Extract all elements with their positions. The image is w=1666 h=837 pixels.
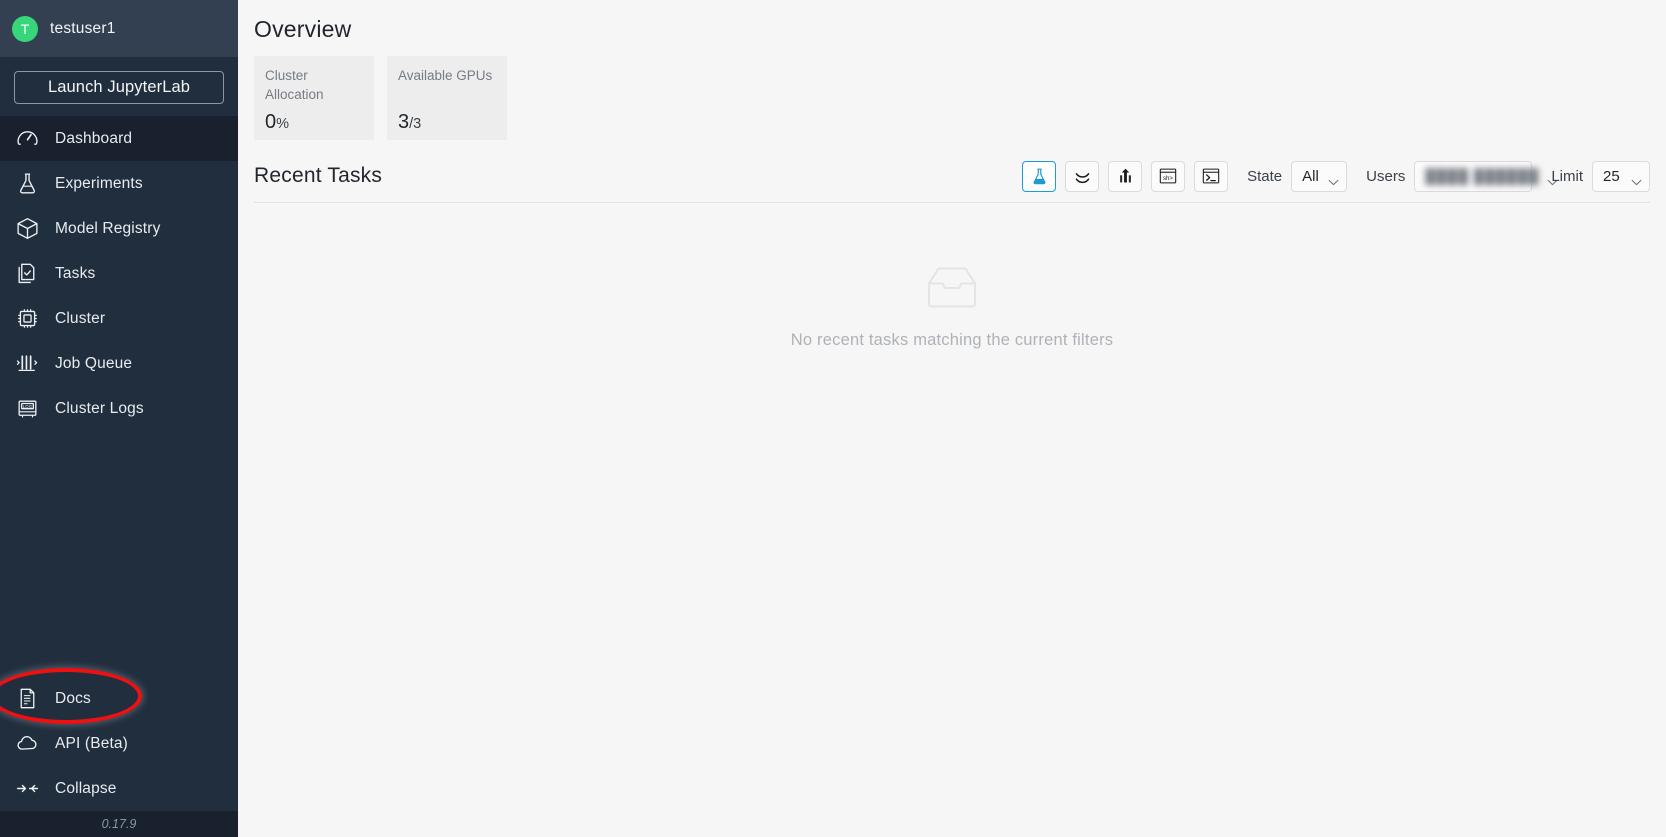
username-label: testuser1: [50, 19, 116, 37]
cpu-chip-icon: [14, 305, 41, 332]
filter-users-group: Users ████ ██████: [1366, 160, 1558, 192]
gauge-icon: [14, 125, 41, 152]
card-label: Cluster Allocation: [265, 68, 324, 103]
limit-select-value: 25: [1603, 167, 1620, 185]
collapse-arrows-icon: [14, 775, 41, 802]
sidebar-item-api-beta[interactable]: API (Beta): [0, 721, 238, 766]
filter-label-state: State: [1247, 167, 1283, 185]
sidebar-item-label: Model Registry: [55, 219, 161, 237]
card-value: 3/3: [398, 112, 496, 132]
chevron-down-icon: [1328, 173, 1339, 185]
card-cluster-allocation: Cluster Allocation 0%: [254, 56, 374, 140]
sidebar-item-docs[interactable]: Docs: [0, 676, 238, 721]
card-value-number: 3: [398, 111, 410, 133]
limit-select[interactable]: 25: [1592, 160, 1650, 192]
sidebar-nav: Dashboard Experiments Model Registry Tas…: [0, 116, 238, 431]
sidebar-item-job-queue[interactable]: Job Queue: [0, 341, 238, 386]
users-select[interactable]: ████ ██████: [1414, 160, 1558, 192]
sidebar-user-header[interactable]: T testuser1: [0, 0, 238, 57]
sidebar-item-label: Collapse: [55, 779, 117, 797]
filter-label-limit: Limit: [1551, 167, 1583, 185]
empty-state: No recent tasks matching the current fil…: [238, 261, 1666, 350]
tasks-checklist-icon: [14, 260, 41, 287]
filter-label-users: Users: [1366, 167, 1406, 185]
card-value-suffix: %: [276, 116, 290, 132]
svg-text:sh>: sh>: [1163, 176, 1173, 182]
page-title: Overview: [254, 16, 352, 42]
cube-icon: [14, 215, 41, 242]
sidebar-item-collapse[interactable]: Collapse: [0, 766, 238, 811]
cloud-icon: [14, 730, 41, 757]
card-value-suffix: /3: [409, 116, 422, 132]
toolbar-controls: sh> State All Users ████ ██████ Limit 25: [1022, 160, 1650, 192]
card-label: Available GPUs: [398, 68, 493, 83]
filter-experiment-button[interactable]: [1022, 160, 1057, 192]
launch-button-container: Launch JupyterLab: [0, 57, 238, 116]
shell-icon: sh>: [1158, 167, 1178, 185]
main-content: Overview Cluster Allocation 0% Available…: [238, 0, 1666, 837]
experiment-flask-icon: [1030, 167, 1049, 186]
flask-icon: [14, 170, 41, 197]
tensorboard-icon: [1116, 167, 1135, 186]
sidebar-item-dashboard[interactable]: Dashboard: [0, 116, 238, 161]
sidebar-item-label: Docs: [55, 689, 91, 707]
sidebar-item-experiments[interactable]: Experiments: [0, 161, 238, 206]
state-select-value: All: [1302, 167, 1319, 185]
toolbar-divider: [254, 202, 1650, 203]
sidebar-bottom-nav: Docs API (Beta) Collapse: [0, 676, 238, 811]
filter-notebook-button[interactable]: [1065, 160, 1100, 192]
inbox-tray-icon: [921, 261, 983, 315]
avatar: T: [12, 15, 38, 42]
filter-tensorboard-button[interactable]: [1108, 160, 1143, 192]
sidebar-item-label: Cluster Logs: [55, 399, 144, 417]
launch-jupyterlab-button[interactable]: Launch JupyterLab: [14, 71, 224, 104]
sidebar-item-tasks[interactable]: Tasks: [0, 251, 238, 296]
document-icon: [14, 685, 41, 712]
queue-bars-icon: [14, 350, 41, 377]
sidebar-item-model-registry[interactable]: Model Registry: [0, 206, 238, 251]
card-available-gpus: Available GPUs 3/3: [387, 56, 507, 140]
svg-text:LOG: LOG: [23, 404, 32, 409]
filter-state-group: State All: [1247, 160, 1348, 192]
users-select-value: ████ ██████: [1425, 168, 1540, 184]
chevron-down-icon: [1631, 173, 1642, 185]
command-terminal-icon: [1201, 167, 1221, 185]
recent-tasks-toolbar: Recent Tasks sh> State All Users ████ ██…: [238, 140, 1666, 196]
card-value-number: 0: [265, 111, 277, 133]
overview-cards: Cluster Allocation 0% Available GPUs 3/3: [238, 43, 1666, 140]
sidebar: T testuser1 Launch JupyterLab Dashboard: [0, 0, 238, 837]
app-root: T testuser1 Launch JupyterLab Dashboard: [0, 0, 1666, 837]
state-select[interactable]: All: [1291, 160, 1348, 192]
sidebar-item-cluster-logs[interactable]: LOG Cluster Logs: [0, 386, 238, 431]
sidebar-item-cluster[interactable]: Cluster: [0, 296, 238, 341]
sidebar-item-label: Experiments: [55, 174, 143, 192]
sidebar-item-label: Dashboard: [55, 129, 133, 147]
empty-state-message: No recent tasks matching the current fil…: [790, 331, 1114, 349]
sidebar-item-label: Tasks: [55, 264, 96, 282]
sidebar-item-label: API (Beta): [55, 734, 128, 752]
sidebar-item-label: Job Queue: [55, 354, 133, 372]
filter-shell-button[interactable]: sh>: [1151, 160, 1186, 192]
card-value: 0%: [265, 112, 363, 132]
filter-command-button[interactable]: [1194, 160, 1229, 192]
section-title-recent-tasks: Recent Tasks: [254, 164, 383, 187]
filter-limit-group: Limit 25: [1551, 160, 1650, 192]
jupyter-notebook-icon: [1073, 167, 1092, 186]
log-document-icon: LOG: [14, 395, 41, 422]
version-label: 0.17.9: [0, 811, 238, 837]
sidebar-item-label: Cluster: [55, 309, 106, 327]
